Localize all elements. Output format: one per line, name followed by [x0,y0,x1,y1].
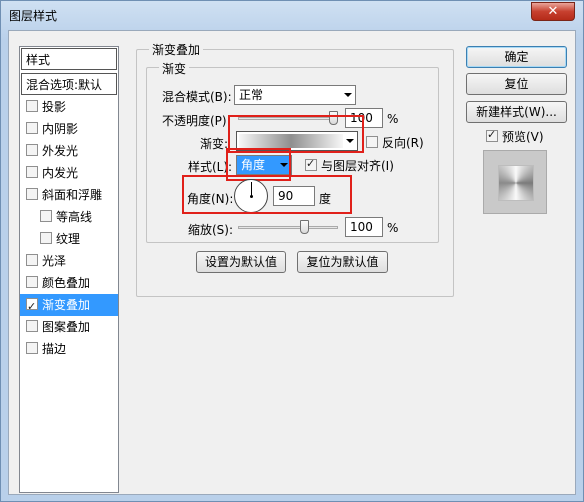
new-style-button[interactable]: 新建样式(W)... [466,101,567,123]
window-title: 图层样式 [9,9,58,23]
style-preview-swatch [498,165,534,201]
gradient-overlay-checkbox[interactable] [26,296,38,318]
color-overlay-checkbox[interactable] [26,276,38,288]
list-item-contour[interactable]: 等高线 [20,206,118,228]
scale-slider-thumb[interactable] [299,220,309,234]
blend-mode-label: 混合模式(B): [162,90,232,104]
angle-label: 角度(N): [187,192,234,206]
satin-checkbox[interactable] [26,254,38,266]
reset-default-button[interactable]: 复位为默认值 [297,251,388,273]
list-item-satin[interactable]: 光泽 [20,250,118,272]
gradient-group-title: 渐变 [159,60,190,77]
style-label: 样式(L): [188,160,233,174]
angle-unit: 度 [319,192,332,206]
list-item-label: 等高线 [56,210,93,224]
preview-checkbox[interactable] [486,128,498,142]
list-item-drop-shadow[interactable]: 投影 [20,96,118,118]
chevron-down-icon [344,93,352,97]
reset-button[interactable]: 复位 [466,73,567,95]
list-item-label: 图案叠加 [42,320,91,334]
opacity-label: 不透明度(P): [162,114,231,128]
scale-label: 缩放(S): [188,223,234,237]
list-item-label: 投影 [42,100,67,114]
scale-input[interactable]: 100 [345,217,383,237]
gradient-style-select[interactable]: 角度 [236,155,292,175]
drop-shadow-checkbox[interactable] [26,100,38,112]
contour-checkbox[interactable] [40,210,52,222]
style-list: 样式 混合选项:默认 投影 内阴影 外发光 内发光 斜面和浮雕 等高线 纹理 光… [19,46,119,493]
pattern-overlay-checkbox[interactable] [26,320,38,332]
list-item-outer-glow[interactable]: 外发光 [20,140,118,162]
list-item-label: 描边 [42,342,67,356]
list-item-pattern-overlay[interactable]: 图案叠加 [20,316,118,338]
chevron-down-icon[interactable] [346,139,354,143]
align-with-layer-row[interactable]: 与图层对齐(I) [305,157,394,174]
align-with-layer-checkbox[interactable] [305,157,317,171]
list-item-color-overlay[interactable]: 颜色叠加 [20,272,118,294]
angle-center-dot [250,195,253,198]
outer-glow-checkbox[interactable] [26,144,38,156]
angle-input[interactable]: 90 [273,186,315,206]
reverse-checkbox[interactable] [366,136,378,148]
list-item-label: 斜面和浮雕 [42,188,103,202]
list-item-label: 光泽 [42,254,67,268]
list-item-gradient-overlay[interactable]: 渐变叠加 [20,294,118,318]
gradient-swatch[interactable] [239,134,343,148]
list-item-inner-shadow[interactable]: 内阴影 [20,118,118,140]
opacity-input[interactable]: 100 [345,108,383,128]
list-item-label: 纹理 [56,232,81,246]
list-item-stroke[interactable]: 描边 [20,338,118,360]
layer-style-window: 图层样式 ✕ 样式 混合选项:默认 投影 内阴影 外发光 内发光 斜面和浮雕 等… [0,0,584,502]
scale-slider-track[interactable] [238,226,338,229]
scale-value: 100 [350,220,373,234]
reverse-checkbox-row[interactable]: 反向(R) [366,134,424,151]
opacity-slider-track[interactable] [238,117,338,120]
chevron-down-icon [280,163,288,167]
opacity-unit: % [387,112,399,126]
texture-checkbox[interactable] [40,232,52,244]
list-item-label: 颜色叠加 [42,276,91,290]
gradient-style-value: 角度 [241,158,266,172]
list-item-texture[interactable]: 纹理 [20,228,118,250]
angle-dial[interactable] [234,179,268,213]
gradient-overlay-title: 渐变叠加 [149,41,204,58]
list-item-bevel-emboss[interactable]: 斜面和浮雕 [20,184,118,206]
inner-shadow-checkbox[interactable] [26,122,38,134]
preview-label: 预览(V) [502,130,544,144]
dialog-client-area: 样式 混合选项:默认 投影 内阴影 外发光 内发光 斜面和浮雕 等高线 纹理 光… [8,30,576,495]
close-icon: ✕ [547,4,559,19]
preview-checkbox-row[interactable]: 预览(V) [486,128,544,145]
style-preview-thumbnail [483,150,547,214]
angle-value: 90 [278,189,294,203]
blend-mode-select[interactable]: 正常 [234,85,356,105]
list-item-inner-glow[interactable]: 内发光 [20,162,118,184]
list-item-label: 内阴影 [42,122,79,136]
opacity-slider-thumb[interactable] [329,111,338,125]
list-item-label: 渐变叠加 [42,298,91,312]
blending-options-default[interactable]: 混合选项:默认 [21,73,117,95]
title-bar[interactable]: 图层样式 ✕ [1,1,583,29]
style-list-header[interactable]: 样式 [21,48,117,70]
align-with-layer-label: 与图层对齐(I) [321,159,394,173]
scale-unit: % [387,221,399,235]
opacity-value: 100 [350,111,373,125]
blend-mode-value: 正常 [239,88,264,102]
gradient-label: 渐变: [200,137,229,151]
make-default-button[interactable]: 设置为默认值 [196,251,286,273]
list-item-label: 内发光 [42,166,79,180]
gradient-picker[interactable] [236,131,358,151]
list-item-label: 外发光 [42,144,79,158]
inner-glow-checkbox[interactable] [26,166,38,178]
close-button[interactable]: ✕ [531,2,575,21]
bevel-emboss-checkbox[interactable] [26,188,38,200]
stroke-checkbox[interactable] [26,342,38,354]
reverse-label: 反向(R) [382,136,424,150]
ok-button[interactable]: 确定 [466,46,567,68]
